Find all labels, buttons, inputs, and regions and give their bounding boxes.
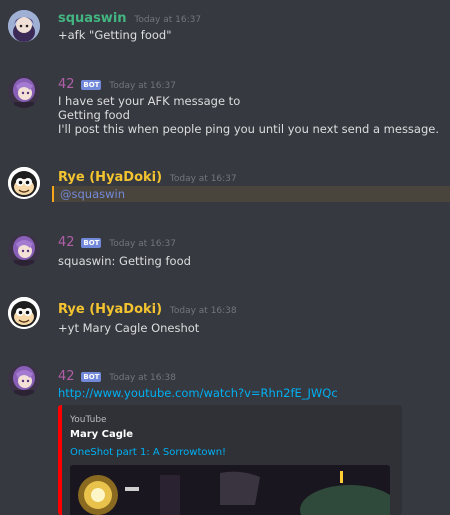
message: 42 BOT Today at 16:37 squaswin: Getting … <box>0 230 450 270</box>
avatar[interactable] <box>8 297 40 329</box>
message: 42 BOT Today at 16:37 I have set your AF… <box>0 70 450 140</box>
message: Rye (HyaDoki) Today at 16:38 +yt Mary Ca… <box>0 295 450 335</box>
message-text: squaswin: Getting food <box>58 254 191 268</box>
link-embed: YouTube Mary Cagle OneShot part 1: A Sor… <box>58 405 402 515</box>
mention-highlight: @squaswin <box>52 186 450 202</box>
video-thumbnail[interactable] <box>70 465 390 515</box>
username[interactable]: Rye (HyaDoki) <box>58 302 162 317</box>
username[interactable]: 42 <box>58 369 75 384</box>
message-text: I have set your AFK message to <box>58 94 241 108</box>
timestamp: Today at 16:37 <box>109 239 176 249</box>
username[interactable]: 42 <box>58 77 75 92</box>
username[interactable]: squaswin <box>58 11 127 26</box>
purple-haired-character-avatar-icon <box>8 234 40 266</box>
bot-badge: BOT <box>81 372 102 382</box>
avatar[interactable] <box>8 10 40 42</box>
purple-hooded-character-avatar-icon <box>8 10 40 42</box>
user-mention[interactable]: @squaswin <box>60 187 125 201</box>
message-header: 42 BOT Today at 16:37 <box>58 76 450 92</box>
message-text: Getting food <box>58 108 130 122</box>
video-thumbnail-icon <box>70 465 390 515</box>
youtube-link[interactable]: http://www.youtube.com/watch?v=Rhn2fE_JW… <box>58 386 450 400</box>
timestamp: Today at 16:37 <box>134 15 202 25</box>
message: squaswin Today at 16:37 +afk "Getting fo… <box>0 0 450 46</box>
message-header: Rye (HyaDoki) Today at 16:37 <box>58 169 450 185</box>
username[interactable]: 42 <box>58 235 75 250</box>
bot-badge: BOT <box>81 238 102 248</box>
message-header: squaswin Today at 16:37 <box>58 10 450 26</box>
message: Rye (HyaDoki) Today at 16:37 @squaswin <box>0 165 450 205</box>
message-text: +yt Mary Cagle Oneshot <box>58 321 200 335</box>
timestamp: Today at 16:38 <box>109 373 176 383</box>
username[interactable]: Rye (HyaDoki) <box>58 170 162 185</box>
timestamp: Today at 16:37 <box>169 174 237 184</box>
avatar[interactable] <box>8 167 40 199</box>
avatar[interactable] <box>8 234 40 266</box>
purple-haired-character-avatar-icon <box>8 76 40 108</box>
message-header: 42 BOT Today at 16:37 <box>58 234 450 250</box>
cartoon-monkey-avatar-icon <box>8 297 40 329</box>
embed-provider: YouTube <box>70 415 107 425</box>
message-text: +afk "Getting food" <box>58 28 172 42</box>
timestamp: Today at 16:37 <box>109 81 176 91</box>
purple-haired-character-avatar-icon <box>8 364 40 396</box>
timestamp: Today at 16:38 <box>169 306 237 316</box>
message-header: 42 BOT Today at 16:38 <box>58 368 450 384</box>
message-header: Rye (HyaDoki) Today at 16:38 <box>58 301 450 317</box>
avatar[interactable] <box>8 364 40 396</box>
avatar[interactable] <box>8 76 40 108</box>
message: 42 BOT Today at 16:38 http://www.youtube… <box>0 362 450 402</box>
cartoon-monkey-avatar-icon <box>8 167 40 199</box>
message-text: I'll post this when people ping you unti… <box>58 122 440 136</box>
embed-author[interactable]: Mary Cagle <box>70 429 133 440</box>
bot-badge: BOT <box>81 80 102 90</box>
embed-title[interactable]: OneShot part 1: A Sorrowtown! <box>70 447 226 458</box>
